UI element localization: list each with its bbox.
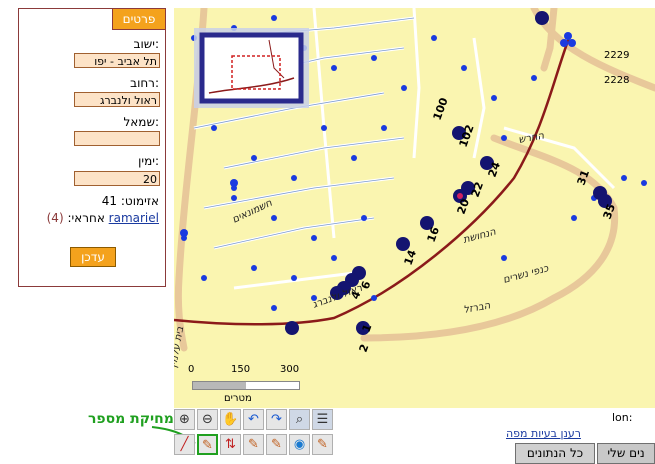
- settings-icon[interactable]: ◉: [289, 434, 310, 455]
- tab-my-data[interactable]: נים שלי: [597, 443, 655, 464]
- tab-all-data[interactable]: כל הנתונים: [515, 443, 595, 464]
- update-button[interactable]: עדכן: [70, 247, 116, 267]
- details-panel: פרטים ישוב: תל אביב - יפו רחוב: ראול ולנ…: [18, 8, 166, 287]
- map-toolbar: ⊕ ⊖ ✋ ↶ ↷ ⌕ ☰ ╱ ✎ ⇅ ✎ ✎ ◉ ✎: [174, 409, 344, 464]
- scale-tick: 300: [280, 364, 300, 375]
- azimuth-row: אזימוט: 41: [102, 194, 159, 208]
- left-label: שמאל:: [123, 115, 159, 129]
- left-field[interactable]: [74, 131, 160, 146]
- map-drawing: 100 102 24 22 20 16 14 6 4 2 1 31 35 ראו…: [174, 8, 655, 369]
- city-label: ישוב:: [133, 37, 159, 51]
- move-icon[interactable]: ⇅: [220, 434, 241, 455]
- street-label: הברזל: [463, 300, 492, 316]
- map-number: 2229: [604, 50, 629, 61]
- scale-graphic: [192, 381, 300, 390]
- house-number: 2: [357, 342, 372, 354]
- undo-icon[interactable]: ↶: [243, 409, 264, 430]
- map-canvas[interactable]: 100 102 24 22 20 16 14 6 4 2 1 31 35 ראו…: [174, 8, 655, 408]
- azimuth-label: אזימוט:: [120, 194, 159, 208]
- zoom-out-icon[interactable]: ⊖: [197, 409, 218, 430]
- street-label: רחוב:: [130, 76, 159, 90]
- street-label: כנפי נשרים: [502, 263, 551, 286]
- scale-tick: 0: [188, 364, 195, 375]
- city-field[interactable]: תל אביב - יפו: [74, 53, 160, 68]
- responsible-count: (4): [46, 211, 64, 225]
- responsible-label: אחראי:: [67, 211, 105, 225]
- zoom-select-icon[interactable]: ⌕: [289, 409, 310, 430]
- house-markers: [285, 11, 612, 335]
- azimuth-value: 41: [101, 194, 118, 208]
- pan-hand-icon[interactable]: ✋: [220, 409, 241, 430]
- zoom-in-icon[interactable]: ⊕: [174, 409, 195, 430]
- redo-icon[interactable]: ↷: [266, 409, 287, 430]
- details-title: פרטים: [112, 8, 166, 30]
- right-field[interactable]: 20: [74, 171, 160, 186]
- add-point-icon[interactable]: ✎: [266, 434, 287, 455]
- edit-point-icon[interactable]: ✎: [243, 434, 264, 455]
- scale-tick: 150: [231, 364, 251, 375]
- responsible-row: אחראי: (4) ramariel: [47, 211, 159, 225]
- scale-unit: מטרים: [224, 393, 252, 404]
- street-field[interactable]: ראול ולנברג: [74, 92, 160, 107]
- responsible-user-link[interactable]: ramariel: [109, 211, 159, 225]
- right-label: ימין:: [138, 154, 159, 168]
- house-number: 100: [431, 96, 451, 122]
- refresh-map-issues-link[interactable]: רענן בעיות מפה: [506, 427, 581, 440]
- map-number: 2228: [604, 75, 629, 86]
- scale-bar: 0 150 300 מטרים: [174, 362, 314, 408]
- delete-number-icon[interactable]: ✎: [197, 434, 218, 455]
- delete-icon[interactable]: ✎: [312, 434, 333, 455]
- overview-map: [194, 28, 309, 108]
- lon-label: lon:: [612, 411, 633, 424]
- layers-icon[interactable]: ☰: [312, 409, 333, 430]
- delete-line-icon[interactable]: ╱: [174, 434, 195, 455]
